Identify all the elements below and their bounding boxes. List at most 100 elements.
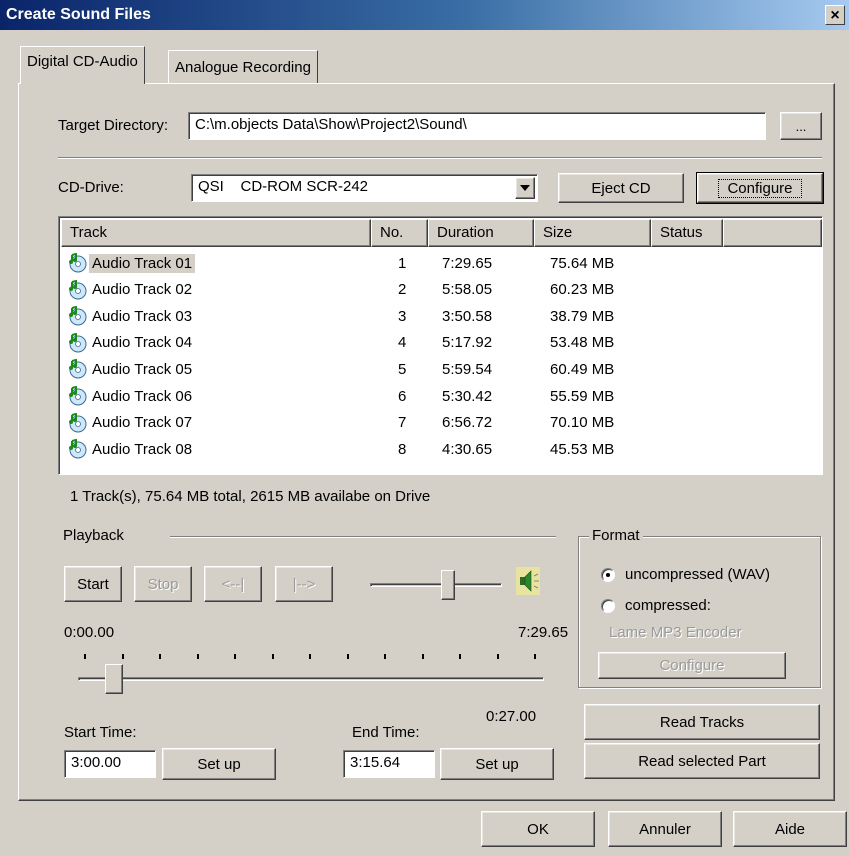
ok-button[interactable]: OK xyxy=(481,811,595,847)
help-button[interactable]: Aide xyxy=(733,811,847,847)
track-name: Audio Track 05 xyxy=(92,360,193,378)
column-header-size[interactable]: Size xyxy=(534,219,651,247)
track-name: Audio Track 01 xyxy=(89,253,196,273)
radio-uncompressed-circle[interactable] xyxy=(601,568,615,582)
column-header-filler xyxy=(723,219,822,247)
read-tracks-button[interactable]: Read Tracks xyxy=(584,704,820,740)
column-header-no[interactable]: No. xyxy=(371,219,428,247)
cd-drive-label: CD-Drive: xyxy=(58,179,124,196)
slider-tick xyxy=(309,654,311,659)
audio-cd-icon xyxy=(67,252,89,273)
track-size: 53.48 MB xyxy=(550,334,615,352)
radio-uncompressed[interactable]: uncompressed (WAV) xyxy=(601,566,801,586)
cancel-button[interactable]: Annuler xyxy=(608,811,722,847)
position-slider[interactable] xyxy=(78,652,544,702)
configure-drive-button[interactable]: Configure xyxy=(696,172,824,204)
track-number: 4 xyxy=(398,334,407,352)
column-header-track[interactable]: Track xyxy=(61,219,371,247)
start-button[interactable]: Start xyxy=(64,566,122,602)
table-row[interactable]: Audio Track 07 7 6:56.72 70.10 MB xyxy=(61,410,821,436)
volume-slider[interactable] xyxy=(370,566,502,606)
radio-compressed[interactable]: compressed: xyxy=(601,597,801,617)
track-duration: 5:59.54 xyxy=(442,360,493,378)
column-header-duration[interactable]: Duration xyxy=(428,219,534,247)
track-cell: Audio Track 04 xyxy=(61,332,378,353)
start-time-setup-button[interactable]: Set up xyxy=(162,748,276,780)
target-directory-input[interactable]: C:\m.objects Data\Show\Project2\Sound\ xyxy=(188,112,766,140)
track-duration: 5:17.92 xyxy=(442,334,493,352)
track-number: 5 xyxy=(398,360,407,378)
track-duration: 6:56.72 xyxy=(442,414,493,432)
track-duration: 3:50.58 xyxy=(442,307,493,325)
track-number: 3 xyxy=(398,307,407,325)
table-row[interactable]: Audio Track 05 5 5:59.54 60.49 MB xyxy=(61,356,821,382)
tab-label: Digital CD-Audio xyxy=(27,53,138,70)
tab-digital-cd-audio[interactable]: Digital CD-Audio xyxy=(20,46,145,84)
cd-drive-value: QSI CD-ROM SCR-242 xyxy=(198,178,369,195)
separator xyxy=(58,157,822,159)
playback-label: Playback xyxy=(63,527,124,544)
tab-analogue-recording[interactable]: Analogue Recording xyxy=(168,50,318,84)
encoder-label: Lame MP3 Encoder xyxy=(609,624,742,641)
slider-tick xyxy=(121,654,124,659)
table-row[interactable]: Audio Track 02 2 5:58.05 60.23 MB xyxy=(61,277,821,303)
position-thumb[interactable] xyxy=(105,664,123,694)
start-time-input[interactable]: 3:00.00 xyxy=(64,750,156,778)
audio-cd-icon xyxy=(67,412,89,433)
next-button[interactable]: |--> xyxy=(275,566,333,602)
table-row[interactable]: Audio Track 08 8 4:30.65 45.53 MB xyxy=(61,436,821,462)
previous-button[interactable]: <--| xyxy=(204,566,262,602)
audio-cd-icon xyxy=(67,359,89,379)
track-list-header: Track No. Duration Size Status xyxy=(61,219,822,247)
current-time-label: 0:27.00 xyxy=(486,708,537,725)
track-cell: Audio Track 02 xyxy=(61,279,378,300)
slider-tick xyxy=(496,654,499,659)
track-name: Audio Track 03 xyxy=(92,307,193,325)
table-row[interactable]: Audio Track 06 6 5:30.42 55.59 MB xyxy=(61,383,821,409)
track-number: 8 xyxy=(398,440,407,458)
table-row[interactable]: Audio Track 03 3 3:50.58 38.79 MB xyxy=(61,303,821,329)
track-number: 1 xyxy=(398,254,407,272)
track-duration: 4:30.65 xyxy=(442,440,493,458)
format-label: Format xyxy=(589,527,643,544)
track-list[interactable]: Track No. Duration Size Status Audio Tra… xyxy=(58,216,823,475)
end-time-setup-button[interactable]: Set up xyxy=(440,748,554,780)
close-button[interactable]: × xyxy=(825,5,845,25)
title-bar: Create Sound Files × xyxy=(0,0,849,30)
eject-cd-button[interactable]: Eject CD xyxy=(558,173,684,203)
track-cell: Audio Track 07 xyxy=(61,412,378,433)
volume-track xyxy=(370,583,502,587)
column-header-status[interactable]: Status xyxy=(651,219,723,247)
volume-thumb[interactable] xyxy=(441,570,455,600)
track-size: 60.23 MB xyxy=(550,281,615,299)
speaker-icon[interactable] xyxy=(516,567,540,595)
radio-compressed-circle[interactable] xyxy=(601,599,615,613)
audio-cd-icon xyxy=(67,438,89,459)
end-time-label: End Time: xyxy=(352,724,420,741)
slider-tick xyxy=(159,654,161,659)
table-row[interactable]: Audio Track 01 1 7:29.65 75.64 MB xyxy=(61,250,821,276)
table-row[interactable]: Audio Track 04 4 5:17.92 53.48 MB xyxy=(61,330,821,356)
time-end-label: 7:29.65 xyxy=(518,624,569,641)
slider-tick xyxy=(84,654,86,659)
radio-uncompressed-label: uncompressed (WAV) xyxy=(625,566,771,583)
slider-tick xyxy=(459,654,461,659)
configure-encoder-button[interactable]: Configure xyxy=(598,652,786,679)
track-name: Audio Track 07 xyxy=(92,414,193,432)
slider-tick xyxy=(346,654,349,659)
end-time-input[interactable]: 3:15.64 xyxy=(343,750,435,778)
browse-button[interactable]: ... xyxy=(780,112,822,140)
slider-tick xyxy=(421,654,424,659)
track-number: 7 xyxy=(398,414,407,432)
track-size: 55.59 MB xyxy=(550,387,615,405)
playback-separator xyxy=(170,536,556,538)
read-selected-part-button[interactable]: Read selected Part xyxy=(584,743,820,779)
dropdown-button[interactable] xyxy=(515,177,535,199)
stop-button[interactable]: Stop xyxy=(134,566,192,602)
cd-drive-select[interactable]: QSI CD-ROM SCR-242 xyxy=(191,174,538,202)
track-size: 60.49 MB xyxy=(550,360,615,378)
track-name: Audio Track 08 xyxy=(92,440,193,458)
time-start-label: 0:00.00 xyxy=(64,624,115,641)
configure-drive-label: Configure xyxy=(718,178,802,198)
window-title: Create Sound Files xyxy=(6,6,151,23)
